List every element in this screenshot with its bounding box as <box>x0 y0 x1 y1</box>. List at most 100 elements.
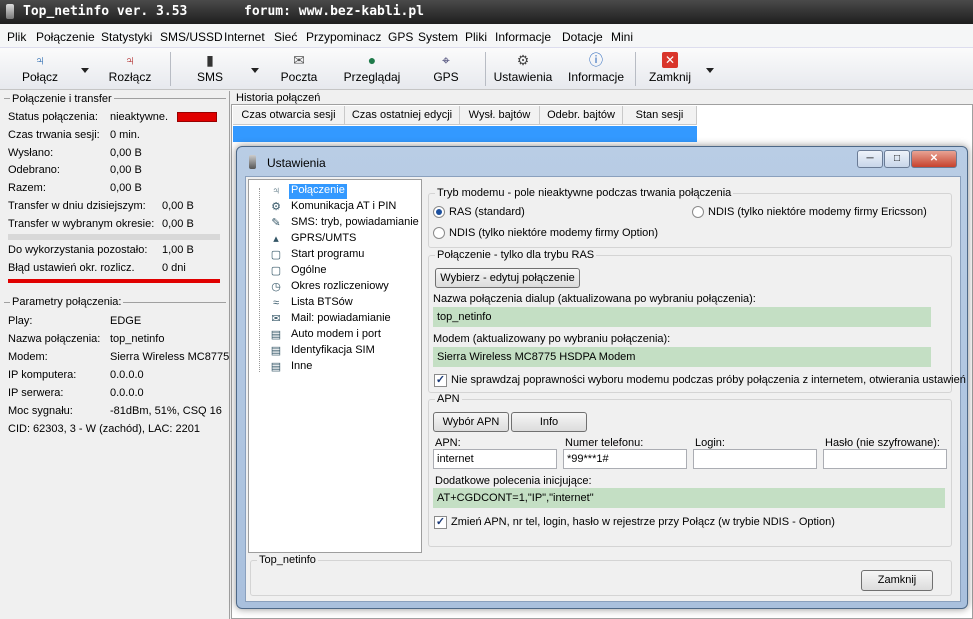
minimize-button[interactable]: ─ <box>857 150 883 168</box>
tree-item-at-pin[interactable]: Komunikacja AT i PIN <box>291 200 396 215</box>
menu-system[interactable]: System <box>418 30 458 44</box>
menu-gps[interactable]: GPS <box>388 30 413 44</box>
apn-info-button[interactable]: Info <box>511 412 587 432</box>
menu-przypominacz[interactable]: Przypominacz <box>306 30 381 44</box>
connect-dropdown-icon[interactable] <box>81 68 89 73</box>
col-bytes-sent[interactable]: Wysł. bajtów <box>460 106 540 125</box>
gps-icon: ⌖ <box>442 52 450 68</box>
tree-item-gprs[interactable]: GPRS/UMTS <box>291 232 356 247</box>
tree-item-bts[interactable]: Lista BTSów <box>291 296 353 311</box>
change-apn-checkbox[interactable]: ✓ <box>434 516 447 529</box>
init-commands-field[interactable]: AT+CGDCONT=1,"IP","internet" <box>433 488 945 508</box>
table-row[interactable] <box>233 126 697 142</box>
ip-server-value: 0.0.0.0 <box>110 387 144 399</box>
received-value: 0,00 B <box>110 164 142 176</box>
browse-button[interactable]: ● Przeglądaj <box>338 50 406 88</box>
phone-input[interactable]: *99***1# <box>563 449 687 469</box>
modem-field[interactable]: Sierra Wireless MC8775 HSDPA Modem <box>433 347 931 367</box>
mail-icon: ✉ <box>293 52 305 68</box>
tree-item-other[interactable]: Inne <box>291 360 312 375</box>
radio-ras[interactable] <box>433 206 445 218</box>
radio-ndis-option-label: NDIS (tylko niektóre modemy firmy Option… <box>449 227 659 239</box>
cid-info: CID: 62303, 3 - W (zachód), LAC: 2201 <box>8 423 200 435</box>
settings-dialog: Ustawienia ─ □ ✕ ♃ Połączenie ⚙ Komunika… <box>236 146 968 609</box>
remaining-label: Do wykorzystania pozostało: <box>8 244 148 256</box>
toolbar-separator <box>635 52 636 86</box>
mail-icon: ✉ <box>271 313 281 325</box>
col-last-edit[interactable]: Czas ostatniej edycji <box>345 106 460 125</box>
choose-connection-button[interactable]: Wybierz - edytuj połączenie <box>435 268 580 288</box>
apn-input[interactable]: internet <box>433 449 557 469</box>
maximize-button[interactable]: □ <box>884 150 910 168</box>
connect-button[interactable]: ♃ Połącz <box>14 50 66 88</box>
modem-label: Modem: <box>8 351 48 363</box>
toolbar-separator <box>485 52 486 86</box>
dialog-body: ♃ Połączenie ⚙ Komunikacja AT i PIN ✎ SM… <box>245 176 966 602</box>
menu-internet[interactable]: Internet <box>224 30 265 44</box>
dialog-close-bottom-button[interactable]: Zamknij <box>861 570 933 591</box>
dialup-field[interactable]: top_netinfo <box>433 307 931 327</box>
tree-item-polaczenie[interactable]: Połączenie <box>289 184 347 199</box>
close-icon: ✕ <box>662 52 678 68</box>
connect-icon: ♃ <box>34 52 46 68</box>
params-group-label: Parametry połączenia: <box>10 296 124 308</box>
tree-item-general[interactable]: Ogólne <box>291 264 326 279</box>
choose-apn-button[interactable]: Wybór APN <box>433 412 509 432</box>
antenna-icon: ≈ <box>272 297 280 309</box>
total-value: 0,00 B <box>110 182 142 194</box>
tree-item-auto-modem[interactable]: Auto modem i port <box>291 328 381 343</box>
modem-icon: ▤ <box>270 329 282 341</box>
status-value: nieaktywne. <box>110 111 169 123</box>
signal-label: Moc sygnału: <box>8 405 73 417</box>
menu-informacje[interactable]: Informacje <box>495 30 551 44</box>
toolbar: ♃ Połącz ♃ Rozłącz ▮ SMS ✉ Poczta ● Prze… <box>0 48 973 90</box>
col-bytes-received[interactable]: Odebr. bajtów <box>540 106 623 125</box>
mail-button[interactable]: ✉ Poczta <box>274 50 324 88</box>
menu-plik[interactable]: Plik <box>7 30 26 44</box>
menu-siec[interactable]: Sieć <box>274 30 297 44</box>
tree-item-sms[interactable]: SMS: tryb, powiadamianie <box>291 216 419 231</box>
skip-modem-check-checkbox[interactable]: ✓ <box>434 374 447 387</box>
error-label: Błąd ustawień okr. rozlicz. <box>8 262 135 274</box>
other-icon: ▤ <box>270 361 282 373</box>
tree-line <box>259 188 260 372</box>
tree-item-sim[interactable]: Identyfikacja SIM <box>291 344 375 359</box>
dialog-icon <box>249 155 256 169</box>
total-label: Razem: <box>8 182 46 194</box>
sms-button[interactable]: ▮ SMS <box>188 50 232 88</box>
gps-button[interactable]: ⌖ GPS <box>426 50 466 88</box>
menu-mini[interactable]: Mini <box>611 30 633 44</box>
radio-ndis-ericsson[interactable] <box>692 206 704 218</box>
menu-pliki[interactable]: Pliki <box>465 30 487 44</box>
sms-dropdown-icon[interactable] <box>251 68 259 73</box>
password-input[interactable] <box>823 449 947 469</box>
menu-statystyki[interactable]: Statystyki <box>101 30 152 44</box>
col-session-state[interactable]: Stan sesji <box>623 106 697 125</box>
duration-value: 0 min. <box>110 129 140 141</box>
login-input[interactable] <box>693 449 817 469</box>
error-bar <box>8 279 220 283</box>
settings-button[interactable]: ⚙ Ustawienia <box>491 50 555 88</box>
gprs-icon: ▴ <box>273 233 279 245</box>
close-dropdown-icon[interactable] <box>706 68 714 73</box>
password-label: Hasło (nie szyfrowane): <box>825 437 940 449</box>
conn-name-label: Nazwa połączenia: <box>8 333 101 345</box>
disconnect-button[interactable]: ♃ Rozłącz <box>102 50 158 88</box>
menu-dotacje[interactable]: Dotacje <box>562 30 603 44</box>
tree-item-billing[interactable]: Okres rozliczeniowy <box>291 280 389 295</box>
today-value: 0,00 B <box>162 200 194 212</box>
radio-ndis-option[interactable] <box>433 227 445 239</box>
col-session-open[interactable]: Czas otwarcia sesji <box>233 106 345 125</box>
close-app-button[interactable]: ✕ Zamknij <box>645 50 695 88</box>
transfer-progress-bar <box>8 234 220 240</box>
gear-icon: ⚙ <box>516 52 530 68</box>
info-button[interactable]: ⓘ Informacje <box>563 50 629 88</box>
menu-sms-ussd[interactable]: SMS/USSD <box>160 30 223 44</box>
tree-item-start[interactable]: Start programu <box>291 248 364 263</box>
mode-group-label: Tryb modemu - pole nieaktywne podczas tr… <box>435 187 734 199</box>
tree-item-mail[interactable]: Mail: powiadamianie <box>291 312 391 327</box>
forum-link: forum: www.bez-kabli.pl <box>244 4 425 19</box>
calendar-icon: ◷ <box>271 281 281 293</box>
dialog-close-button[interactable]: ✕ <box>911 150 957 168</box>
menu-polaczenie[interactable]: Połączenie <box>36 30 95 44</box>
